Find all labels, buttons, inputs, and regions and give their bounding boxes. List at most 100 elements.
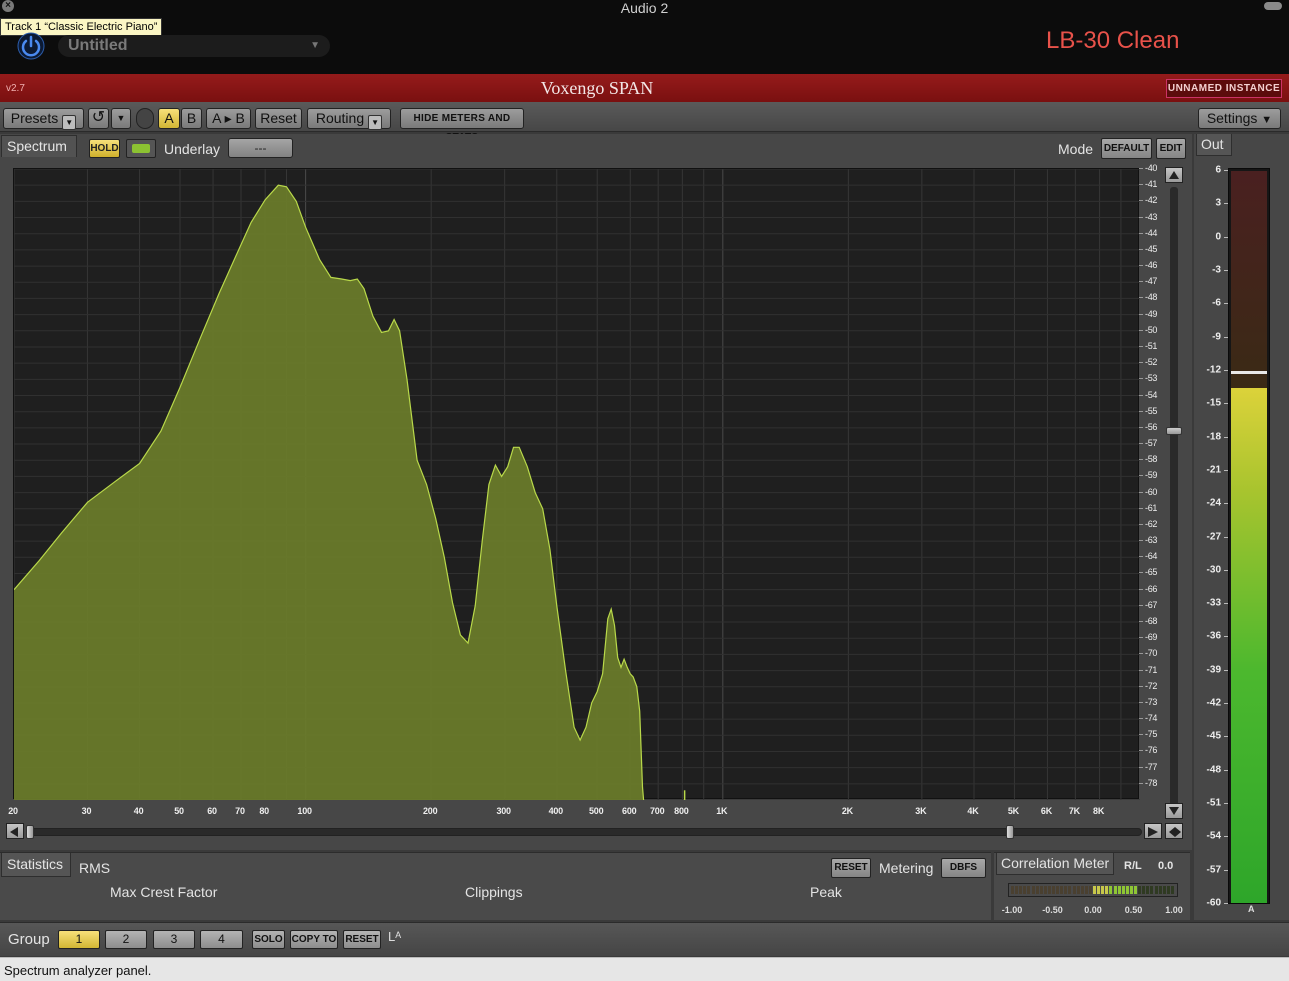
frequency-label: 1K: [716, 806, 728, 816]
db-tick: [1139, 556, 1143, 558]
db-tick: [1139, 491, 1143, 493]
redo-icon[interactable]: [136, 108, 154, 129]
db-tick: [1139, 653, 1143, 655]
correlation-segment: [1113, 886, 1117, 894]
db-label: -43: [1145, 211, 1158, 222]
group-1-button[interactable]: 1: [58, 930, 100, 949]
db-tick: [1139, 701, 1143, 703]
frequency-label: 70: [235, 806, 245, 816]
correlation-segment: [1109, 886, 1113, 894]
preset-a-button[interactable]: A: [158, 108, 180, 129]
preset-dropdown[interactable]: Untitled ▼: [58, 35, 330, 57]
db-tick: [1139, 313, 1143, 315]
preset-b-button[interactable]: B: [181, 108, 202, 129]
routing-button[interactable]: Routing ▼: [307, 108, 391, 130]
frequency-label: 400: [548, 806, 564, 816]
db-label: -51: [1145, 340, 1158, 351]
group-4-button[interactable]: 4: [200, 930, 243, 949]
correlation-segment: [1084, 886, 1088, 894]
db-tick: [1139, 265, 1143, 267]
undo-history-button[interactable]: ▼: [111, 108, 131, 129]
status-text: Spectrum analyzer panel.: [4, 963, 152, 978]
output-scale-label: -30: [1206, 564, 1221, 576]
correlation-segment: [1142, 886, 1146, 894]
frequency-label: 100: [297, 806, 312, 816]
window-collapse-button[interactable]: [1264, 2, 1282, 10]
reset-button[interactable]: Reset: [255, 108, 302, 129]
spectrum-plot[interactable]: [13, 168, 1140, 800]
horizontal-track[interactable]: [26, 828, 1142, 836]
output-scale-label: -48: [1206, 764, 1221, 776]
settings-button[interactable]: Settings ▼: [1198, 108, 1281, 129]
db-label: -71: [1145, 664, 1158, 675]
frequency-label: 50: [174, 806, 184, 816]
instance-name-button[interactable]: UNNAMED INSTANCE: [1166, 79, 1282, 98]
db-label: -72: [1145, 680, 1158, 691]
scroll-right-button[interactable]: [1144, 823, 1162, 839]
db-tick: [1139, 410, 1143, 412]
db-tick: [1139, 184, 1143, 186]
frequency-label: 3K: [915, 806, 927, 816]
mode-default-button[interactable]: DEFAULT: [1101, 138, 1152, 159]
power-icon[interactable]: [17, 32, 45, 60]
undo-icon[interactable]: ↺: [88, 108, 109, 129]
copy-to-button[interactable]: COPY TO: [290, 930, 338, 949]
range-left-handle[interactable]: [26, 825, 34, 839]
solo-button[interactable]: SOLO: [252, 930, 285, 949]
db-tick: [1139, 540, 1143, 542]
horizontal-range-scroller[interactable]: [6, 823, 1186, 841]
clippings-label: Clippings: [465, 884, 523, 900]
scroll-up-button[interactable]: [1165, 167, 1183, 183]
vertical-range-scroller[interactable]: [1165, 167, 1185, 819]
zoom-reset-button[interactable]: [1165, 823, 1183, 839]
frequency-label: 6K: [1040, 806, 1052, 816]
db-label: -60: [1145, 486, 1158, 497]
db-tick: [1139, 378, 1143, 380]
preset-name: LB-30 Clean: [1046, 27, 1180, 54]
host-title-bar: Audio 2 × Track 1 “Classic Electric Pian…: [0, 0, 1289, 74]
output-level-meter: [1228, 168, 1270, 904]
statistics-tab[interactable]: Statistics: [1, 853, 71, 877]
group-3-button[interactable]: 3: [153, 930, 195, 949]
hide-meters-button[interactable]: HIDE METERS AND STATS: [400, 108, 524, 143]
output-scale-label: -45: [1206, 730, 1221, 742]
frequency-label: 600: [622, 806, 637, 816]
hold-button[interactable]: HOLD: [89, 139, 120, 158]
correlation-segment: [1097, 886, 1101, 894]
frequency-label: 2K: [841, 806, 853, 816]
frequency-label: 30: [81, 806, 92, 816]
frequency-label: 20: [8, 806, 18, 816]
presets-button[interactable]: Presets ▼: [3, 108, 84, 130]
db-label: -69: [1145, 632, 1158, 643]
scroll-left-button[interactable]: [6, 823, 24, 839]
underlay-button[interactable]: ---: [228, 138, 293, 158]
correlation-segment: [1060, 886, 1064, 894]
vertical-track[interactable]: [1170, 187, 1178, 807]
mode-edit-button[interactable]: EDIT: [1156, 138, 1186, 159]
output-scale-label: -3: [1212, 264, 1221, 276]
scroll-down-button[interactable]: [1165, 803, 1183, 819]
correlation-segment: [1088, 886, 1092, 894]
group-2-button[interactable]: 2: [105, 930, 147, 949]
correlation-segment: [1064, 886, 1068, 894]
frequency-label: 7K: [1068, 806, 1080, 816]
presets-label: Presets: [10, 110, 59, 126]
copy-a-to-b-button[interactable]: A ▸ B: [206, 108, 251, 129]
db-tick: [1139, 459, 1143, 461]
range-top-handle[interactable]: [1166, 427, 1182, 435]
correlation-tick-label: -0.50: [1042, 905, 1063, 915]
frequency-label: 8K: [1093, 806, 1105, 816]
toolbar: Presets ▼ ↺ ▼ A B A ▸ B Reset Routing ▼ HI…: [0, 102, 1289, 143]
stats-reset-button[interactable]: RESET: [831, 858, 871, 878]
group-reset-button[interactable]: RESET: [343, 930, 381, 949]
metering-mode-button[interactable]: DBFS: [941, 858, 986, 878]
db-tick: [1139, 281, 1143, 283]
spectrum-tab[interactable]: Spectrum: [1, 135, 77, 157]
output-scale-label: -60: [1206, 897, 1221, 909]
meter-channel-label: A: [1248, 904, 1255, 914]
db-label: -44: [1145, 227, 1158, 238]
spectrum-color-toggle[interactable]: [126, 139, 156, 158]
close-icon[interactable]: ×: [2, 0, 14, 12]
range-right-handle[interactable]: [1006, 825, 1014, 839]
correlation-segment: [1158, 886, 1162, 894]
